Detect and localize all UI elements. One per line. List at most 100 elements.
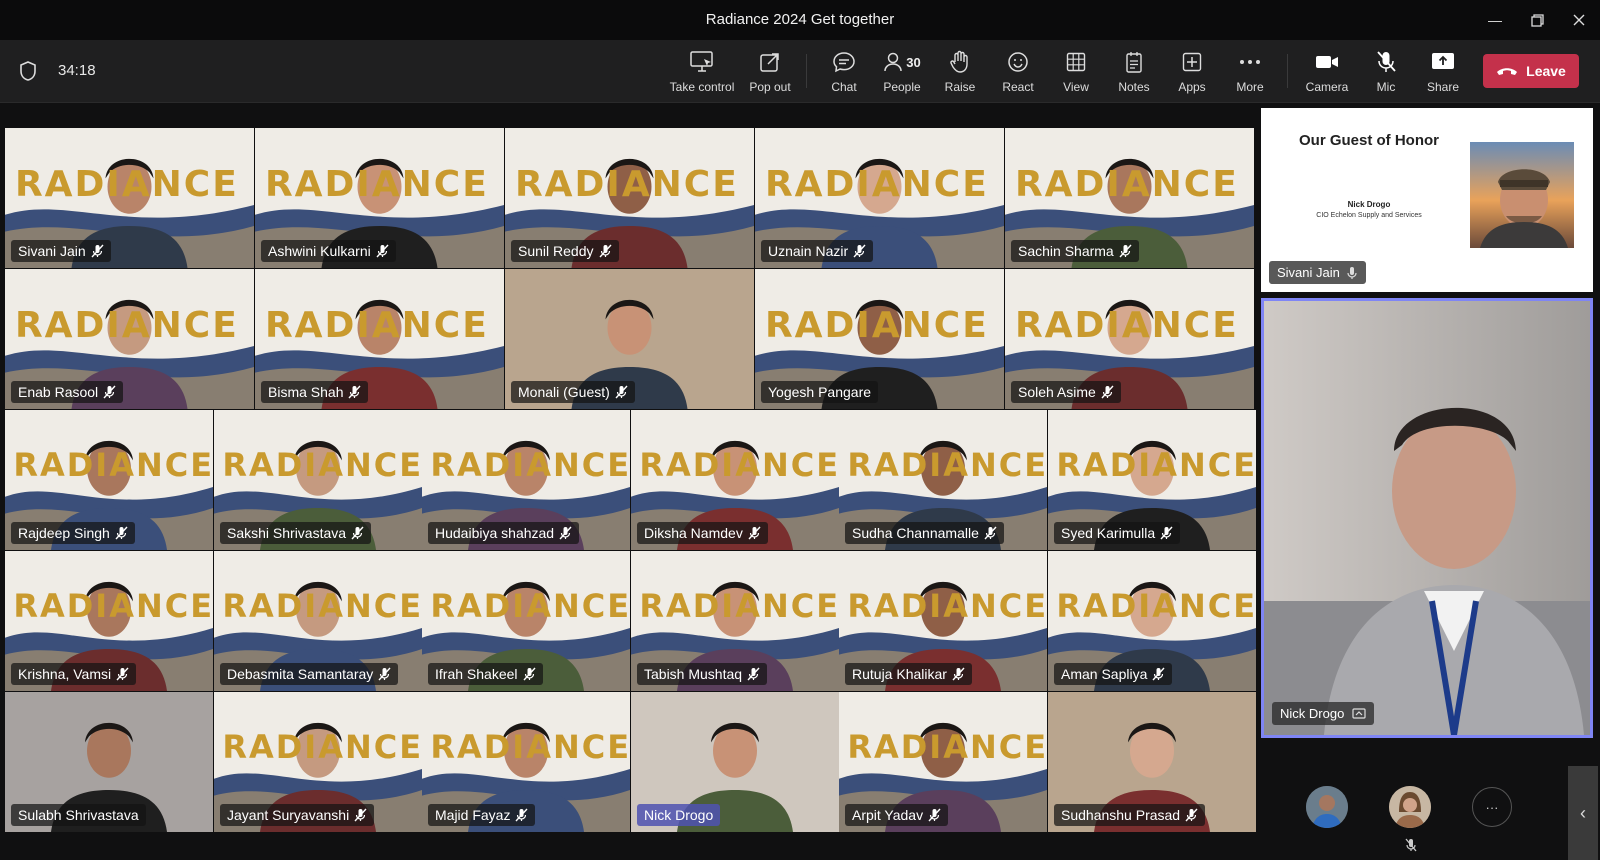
participant-name-tag: Majid Fayaz [428, 804, 536, 826]
leave-button[interactable]: Leave [1483, 54, 1579, 88]
participant-name-tag: Monali (Guest) [511, 381, 635, 403]
restore-icon[interactable] [1517, 0, 1557, 40]
spotlight-video[interactable]: Nick Drogo [1261, 298, 1593, 738]
brand-logo-text: RADIANCE [430, 728, 630, 767]
participant-name-tag: Rajdeep Singh [11, 522, 135, 544]
participant-name-tag: Tabish Mushtaq [637, 663, 768, 685]
mic-off-icon [1377, 51, 1396, 72]
brand-logo-text: RADIANCE [14, 164, 239, 206]
participant-tile[interactable]: Nick Drogo [631, 692, 839, 832]
participant-name-tag: Sivani Jain [11, 240, 111, 262]
more-button[interactable]: More [1228, 46, 1272, 98]
participant-tile[interactable]: RADIANCE Enab Rasool [5, 269, 254, 409]
notes-icon [1126, 52, 1142, 73]
participant-avatar[interactable] [1306, 786, 1348, 828]
participant-tile[interactable]: RADIANCE Sakshi Shrivastava [214, 410, 422, 550]
participant-tile[interactable]: RADIANCE Aman Sapliya [1048, 551, 1256, 691]
participant-tile[interactable]: Monali (Guest) [505, 269, 754, 409]
participant-tile[interactable]: RADIANCE Sachin Sharma [1005, 128, 1254, 268]
participant-tile[interactable]: RADIANCE Jayant Suryavanshi [214, 692, 422, 832]
participant-tile[interactable]: RADIANCE Sunil Reddy [505, 128, 754, 268]
raise-hand-button[interactable]: Raise [938, 46, 982, 98]
more-participants-button[interactable]: ··· [1472, 787, 1512, 827]
mic-off-icon [522, 667, 536, 681]
view-button[interactable]: View [1054, 46, 1098, 98]
react-button[interactable]: React [996, 46, 1040, 98]
brand-logo-text: RADIANCE [639, 446, 839, 485]
participant-name-tag: Syed Karimulla [1054, 522, 1181, 544]
mic-off-icon [348, 385, 362, 399]
mic-off-icon [351, 526, 364, 540]
mic-off-icon [1119, 244, 1132, 258]
brand-logo-text: RADIANCE [430, 446, 630, 485]
brand-logo-text: RADIANCE [764, 164, 989, 206]
mic-off-icon [748, 526, 761, 540]
participant-tile[interactable]: RADIANCE Sivani Jain [5, 128, 254, 268]
mic-off-icon [853, 244, 866, 258]
brand-logo-text: RADIANCE [14, 305, 239, 347]
brand-logo-text: RADIANCE [13, 446, 213, 485]
mic-off-icon [952, 667, 965, 681]
chevron-left-icon[interactable]: ‹ [1568, 766, 1598, 860]
participant-name-tag: Sachin Sharma [1011, 240, 1139, 262]
participant-tile[interactable]: RADIANCE Rutuja Khalikar [839, 551, 1047, 691]
mic-off-icon [1405, 838, 1417, 852]
mic-off-icon [559, 526, 572, 540]
chat-button[interactable]: Chat [822, 46, 866, 98]
slide-guest-name: Nick Drogo [1347, 200, 1391, 209]
participant-tile[interactable]: RADIANCE Sudha Channamalle [839, 410, 1047, 550]
participant-tile[interactable]: RADIANCE Majid Fayaz [422, 692, 630, 832]
participant-tile[interactable]: RADIANCE Hudaibiya shahzad [422, 410, 630, 550]
mic-off-icon [378, 667, 391, 681]
people-button[interactable]: 30 People [878, 46, 926, 98]
participant-tile[interactable]: RADIANCE Ifrah Shakeel [422, 551, 630, 691]
smiley-icon [1008, 52, 1028, 72]
take-control-button[interactable]: Take control [670, 46, 734, 98]
participant-tile[interactable]: RADIANCE Diksha Namdev [631, 410, 839, 550]
close-icon[interactable] [1559, 0, 1599, 40]
mic-off-icon [984, 526, 997, 540]
people-count: 30 [906, 54, 921, 70]
brand-logo-text: RADIANCE [222, 587, 422, 626]
participant-name-tag: Debasmita Samantaray [220, 663, 399, 685]
mic-button[interactable]: Mic [1364, 46, 1408, 98]
participant-avatar[interactable] [1389, 786, 1431, 828]
brand-logo-text: RADIANCE [764, 305, 989, 347]
title-bar: Radiance 2024 Get together — [0, 0, 1600, 40]
participant-name-tag: Sudha Channamalle [845, 522, 1004, 544]
screen-share-icon [1352, 707, 1366, 719]
participant-name-tag: Hudaibiya shahzad [428, 522, 580, 544]
camera-icon [1316, 56, 1338, 68]
brand-logo-text: RADIANCE [222, 446, 422, 485]
participant-tile[interactable]: RADIANCE Bisma Shah [255, 269, 504, 409]
participant-name-tag: Krishna, Vamsi [11, 663, 137, 685]
share-button[interactable]: Share [1421, 46, 1465, 98]
participant-tile[interactable]: RADIANCE Uznain Nazir [755, 128, 1004, 268]
participant-tile[interactable]: RADIANCE Debasmita Samantaray [214, 551, 422, 691]
participant-tile[interactable]: RADIANCE Soleh Asime [1005, 269, 1254, 409]
camera-button[interactable]: Camera [1303, 46, 1351, 98]
participant-tile[interactable]: RADIANCE Tabish Mushtaq [631, 551, 839, 691]
participant-tile[interactable]: RADIANCE Rajdeep Singh [5, 410, 213, 550]
participant-tile[interactable]: Sulabh Shrivastava [5, 692, 213, 832]
shared-slide[interactable]: Our Guest of Honor Nick Drogo CIO Echelo… [1261, 108, 1593, 292]
participant-name-tag: Aman Sapliya [1054, 663, 1173, 685]
participant-tile[interactable]: Sudhanshu Prasad [1048, 692, 1256, 832]
pop-out-icon [760, 53, 779, 72]
mic-icon [1347, 266, 1357, 279]
spotlight-name-tag: Nick Drogo [1272, 702, 1375, 725]
brand-logo-text: RADIANCE [1056, 446, 1256, 485]
participant-tile[interactable]: RADIANCE Yogesh Pangare [755, 269, 1004, 409]
participant-tile[interactable]: RADIANCE Ashwini Kulkarni [255, 128, 504, 268]
notes-button[interactable]: Notes [1112, 46, 1156, 98]
participant-tile[interactable]: RADIANCE Arpit Yadav [839, 692, 1047, 832]
add-app-icon [1182, 52, 1202, 72]
pop-out-button[interactable]: Pop out [744, 46, 796, 98]
brand-logo-text: RADIANCE [1014, 164, 1239, 206]
participant-tile[interactable]: RADIANCE Krishna, Vamsi [5, 551, 213, 691]
apps-button[interactable]: Apps [1170, 46, 1214, 98]
minimize-icon[interactable]: — [1475, 0, 1515, 40]
participant-tile[interactable]: RADIANCE Syed Karimulla [1048, 410, 1256, 550]
grid-view-icon [1066, 52, 1086, 72]
hand-icon [950, 50, 968, 73]
